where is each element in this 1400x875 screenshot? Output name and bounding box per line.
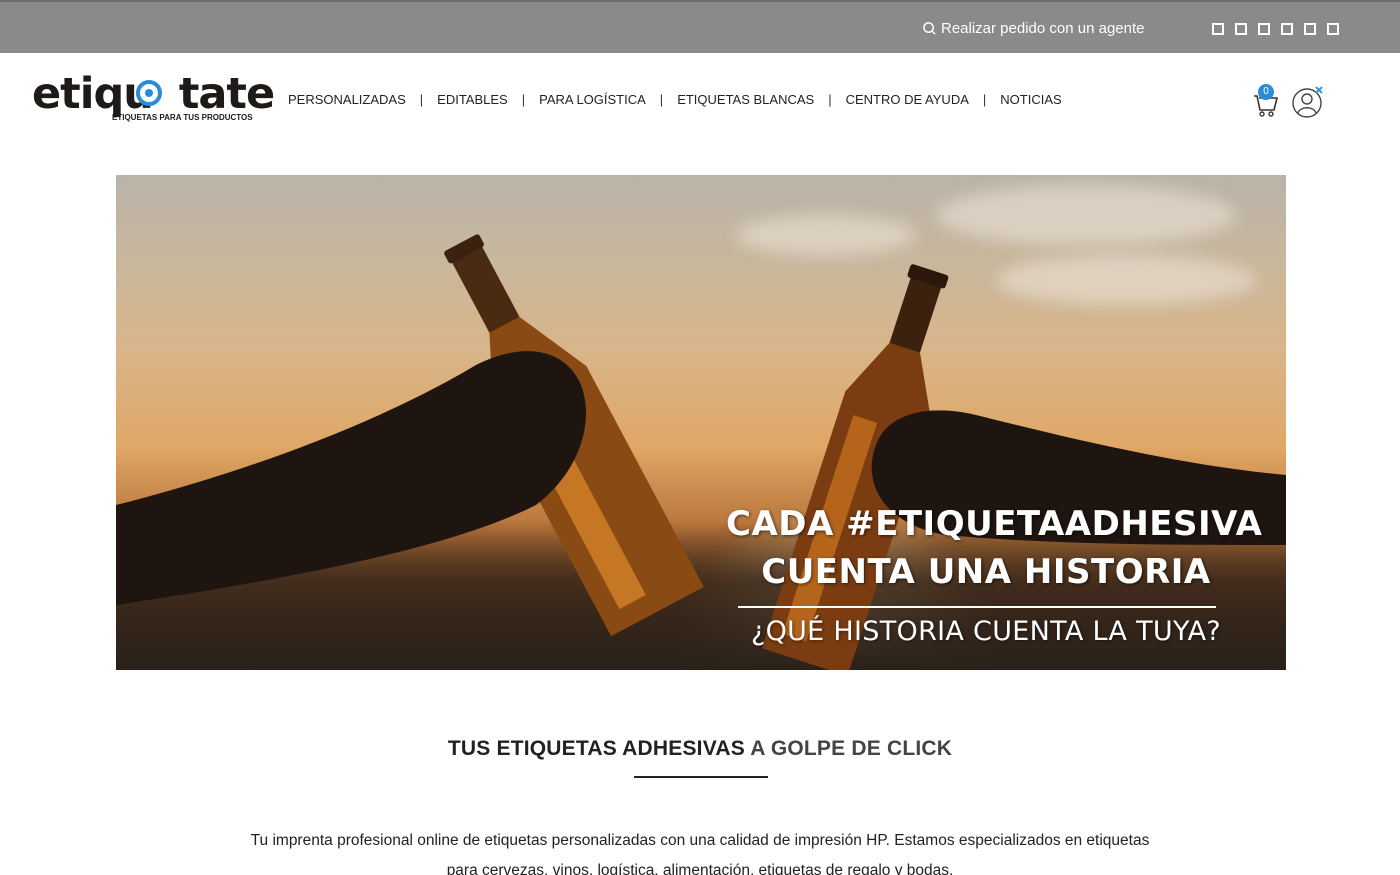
cart-count-badge: 0 <box>1258 84 1274 100</box>
account-button[interactable] <box>1291 84 1325 120</box>
cart-button[interactable]: 0 <box>1252 84 1280 118</box>
social-icon[interactable] <box>1212 23 1224 35</box>
nav-item-centro-de-ayuda[interactable]: CENTRO DE AYUDA <box>846 92 969 107</box>
site-logo[interactable]: etiqu tate ETIQUETAS PARA TUS PRODUCTOS <box>32 72 275 126</box>
nav-separator: | <box>419 92 424 107</box>
section-title: TUS ETIQUETAS ADHESIVAS A GOLPE DE CLICK <box>0 737 1400 761</box>
social-icon[interactable] <box>1281 23 1293 35</box>
hero-subheadline: ¿QUÉ HISTORIA CUENTA LA TUYA? <box>750 616 1222 647</box>
nav-item-para-logistica[interactable]: PARA LOGÍSTICA <box>539 92 646 107</box>
nav-separator: | <box>828 92 832 107</box>
nav-item-noticias[interactable]: NOTICIAS <box>1000 92 1061 107</box>
hero-headline-1: CADA #ETIQUETAADHESIVA <box>726 504 1263 544</box>
logo-tagline: ETIQUETAS PARA TUS PRODUCTOS <box>112 113 253 122</box>
user-icon <box>1292 86 1323 118</box>
nav-item-editables[interactable]: EDITABLES <box>437 92 508 107</box>
social-icon[interactable] <box>1304 23 1316 35</box>
social-icon[interactable] <box>1327 23 1339 35</box>
hero-banner[interactable]: CADA #ETIQUETAADHESIVA CUENTA UNA HISTOR… <box>116 175 1286 670</box>
hero-headline-2: CUENTA UNA HISTORIA <box>761 552 1211 592</box>
social-icon[interactable] <box>1235 23 1247 35</box>
section-title-light: A GOLPE DE CLICK <box>744 737 953 760</box>
nav-item-personalizadas[interactable]: PERSONALIZADAS <box>288 92 406 107</box>
logo-eye-icon <box>136 80 162 106</box>
nav-separator: | <box>982 92 987 107</box>
nav-item-etiquetas-blancas[interactable]: ETIQUETAS BLANCAS <box>677 92 814 107</box>
social-links <box>1212 23 1339 35</box>
agent-order-label: Realizar pedido con un agente <box>941 20 1145 37</box>
section-title-bold: TUS ETIQUETAS ADHESIVAS <box>447 737 745 760</box>
nav-separator: | <box>659 92 664 107</box>
agent-order-link[interactable]: Realizar pedido con un agente <box>922 20 1144 37</box>
intro-text: Tu imprenta profesional online de etique… <box>250 832 1150 875</box>
search-icon <box>923 22 936 35</box>
social-icon[interactable] <box>1258 23 1270 35</box>
section-title-underline <box>634 776 768 778</box>
top-bar: Realizar pedido con un agente <box>0 0 1400 53</box>
hero-divider <box>738 606 1216 608</box>
hero-caption: CADA #ETIQUETAADHESIVA CUENTA UNA HISTOR… <box>726 500 1263 647</box>
main-nav: PERSONALIZADAS | EDITABLES | PARA LOGÍST… <box>288 92 1062 107</box>
nav-separator: | <box>521 92 526 107</box>
